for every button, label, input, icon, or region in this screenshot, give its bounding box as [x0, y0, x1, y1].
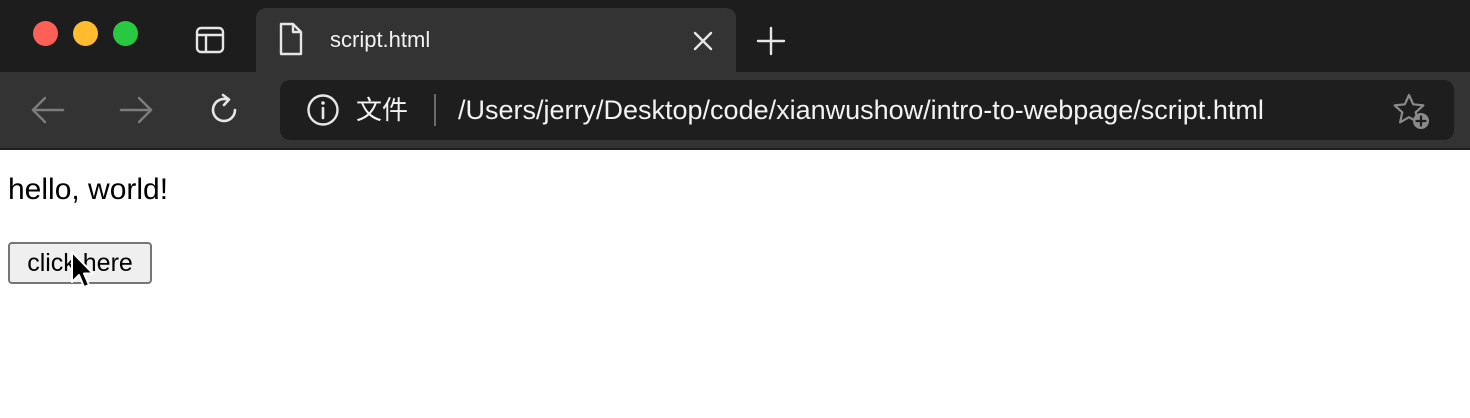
sidebar-icon — [195, 26, 225, 54]
tab-script-html[interactable]: script.html — [256, 8, 736, 72]
toolbar: 文件 /Users/jerry/Desktop/code/xianwushow/… — [0, 72, 1470, 150]
address-bar[interactable]: 文件 /Users/jerry/Desktop/code/xianwushow/… — [280, 80, 1454, 140]
forward-button[interactable] — [114, 88, 158, 132]
reload-icon — [211, 93, 237, 123]
reload-button[interactable] — [202, 88, 246, 132]
window-minimize-button[interactable] — [73, 21, 98, 46]
document-icon — [279, 22, 303, 56]
page-content: hello, world! click here — [0, 150, 1470, 418]
click-here-button[interactable]: click here — [8, 242, 152, 284]
new-tab-button[interactable] — [752, 22, 790, 60]
security-label: 文件 — [356, 96, 409, 126]
url-text[interactable]: /Users/jerry/Desktop/code/xianwushow/int… — [458, 94, 1264, 126]
window-zoom-button[interactable] — [113, 21, 138, 46]
window-close-button[interactable] — [33, 21, 58, 46]
tab-title: script.html — [330, 27, 431, 52]
star-plus-icon[interactable] — [1392, 92, 1432, 132]
close-tab-button[interactable] — [688, 26, 718, 56]
page-heading: hello, world! — [8, 173, 169, 206]
close-icon — [693, 31, 713, 51]
plus-icon — [756, 26, 786, 56]
arrow-right-icon — [119, 96, 153, 124]
address-divider — [434, 94, 436, 126]
sidebar-toggle-button[interactable] — [190, 22, 230, 58]
tab-bar: script.html — [0, 0, 1470, 72]
back-button[interactable] — [26, 88, 70, 132]
info-icon[interactable] — [306, 93, 340, 127]
arrow-left-icon — [31, 96, 65, 124]
